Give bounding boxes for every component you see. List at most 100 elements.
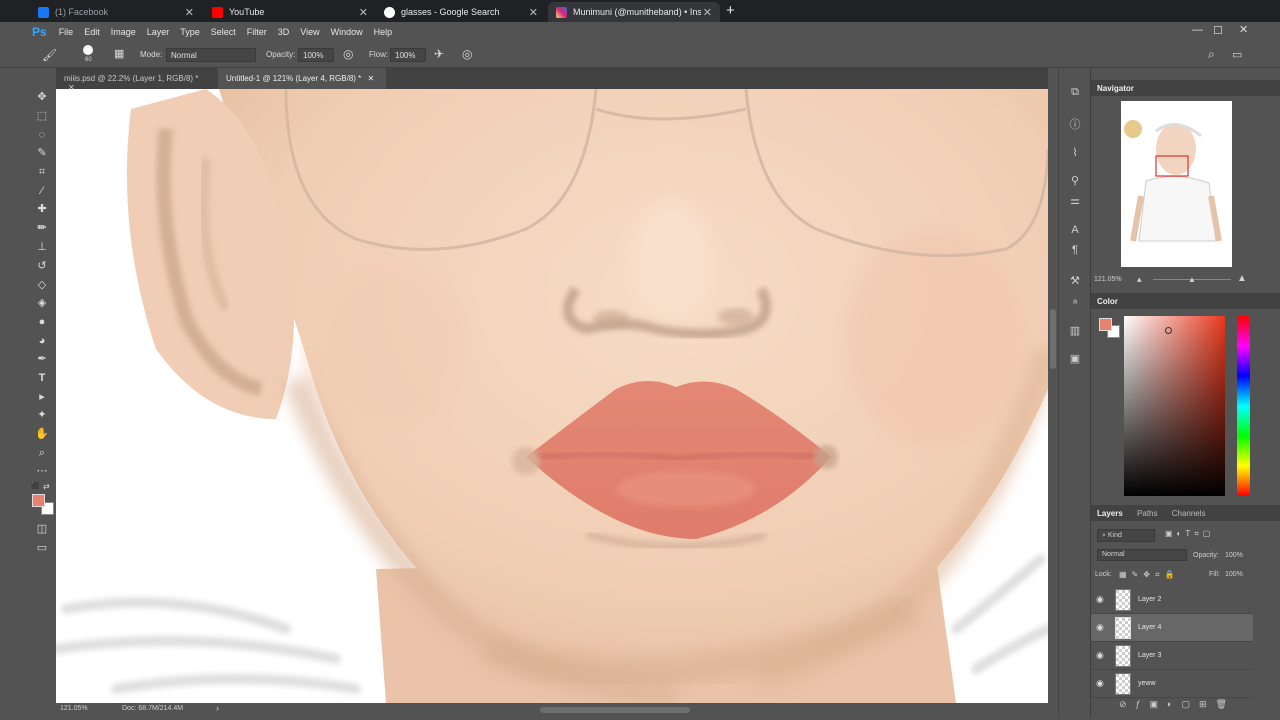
history-brush-icon[interactable]: ↺ xyxy=(35,260,49,272)
status-menu-arrow[interactable]: › xyxy=(216,703,219,713)
marquee-tool-icon[interactable]: ⬚ xyxy=(35,110,49,122)
navigator-thumbnail[interactable] xyxy=(1121,101,1232,267)
close-tab-icon[interactable]: ✕ xyxy=(529,6,538,19)
crop-tool-icon[interactable]: ⌗ xyxy=(35,166,49,178)
color-field[interactable] xyxy=(1124,316,1225,496)
layer-filter-icons[interactable]: ▣◐T⌗▢ xyxy=(1165,529,1214,539)
maximize-icon[interactable]: ☐ xyxy=(1213,24,1223,37)
eye-icon[interactable]: ◉ xyxy=(1096,678,1106,688)
healing-tool-icon[interactable]: ✚ xyxy=(35,203,49,215)
color-picker-marker[interactable] xyxy=(1165,327,1172,334)
quick-select-tool-icon[interactable]: ✎ xyxy=(35,147,49,159)
doc-tab-miiis[interactable]: miiis.psd @ 22.2% (Layer 1, RGB/8) * ✕ xyxy=(56,68,216,92)
horizontal-scroll-thumb[interactable] xyxy=(540,707,690,713)
menu-window[interactable]: Window xyxy=(331,27,363,37)
airbrush-icon[interactable]: ✈ xyxy=(434,47,444,61)
flow-field[interactable]: 100% xyxy=(390,48,426,62)
fill-value[interactable]: 100% xyxy=(1225,571,1243,578)
hue-slider[interactable] xyxy=(1237,316,1250,496)
close-tab-icon[interactable]: ✕ xyxy=(185,6,194,19)
zoom-tool-icon[interactable]: ⌕ xyxy=(35,447,49,459)
browser-tab-google[interactable]: glasses - Google Search ✕ xyxy=(376,2,546,22)
histogram-panel-icon[interactable]: ▥ xyxy=(1067,324,1083,338)
layer-action-icons[interactable]: ⊘ƒ▣◐▢⊞🗑 xyxy=(1119,699,1236,710)
menu-filter[interactable]: Filter xyxy=(247,27,267,37)
menu-image[interactable]: Image xyxy=(111,27,136,37)
paint-bucket-icon[interactable]: ◈ xyxy=(35,297,49,309)
pressure-size-icon[interactable]: ◎ xyxy=(462,47,472,61)
path-select-icon[interactable]: ▸ xyxy=(35,391,49,403)
eyedropper-tool-icon[interactable]: ⁄ xyxy=(35,185,49,197)
zoom-out-icon[interactable]: ▴ xyxy=(1137,274,1142,285)
brush-tool-icon[interactable]: ✏ xyxy=(35,222,49,234)
lock-icons[interactable]: ▦✎✥⌗🔒 xyxy=(1119,570,1179,580)
dodge-tool-icon[interactable]: ◕ xyxy=(35,335,49,347)
libraries-panel-icon[interactable]: ▣ xyxy=(1067,352,1083,366)
opacity-field[interactable]: 100% xyxy=(298,48,334,62)
shape-tool-icon[interactable]: ✦ xyxy=(35,409,49,421)
zoom-slider-handle[interactable]: ▲ xyxy=(1188,275,1196,284)
eraser-tool-icon[interactable]: ◇ xyxy=(35,279,49,291)
adjustments-panel-icon[interactable]: ⚌ xyxy=(1067,194,1083,208)
layer-row[interactable]: ◉ Layer 3 xyxy=(1091,642,1253,670)
navigator-zoom-value[interactable]: 121.05% xyxy=(1094,276,1122,283)
default-colors-icon[interactable]: ⬛ xyxy=(31,482,40,490)
browser-tab-youtube[interactable]: YouTube ✕ xyxy=(204,2,376,22)
brush-tool-icon[interactable]: 🖌 xyxy=(42,48,57,62)
menu-3d[interactable]: 3D xyxy=(278,27,290,37)
minimize-icon[interactable]: — xyxy=(1192,24,1203,36)
new-tab-button[interactable]: + xyxy=(726,3,735,18)
hand-tool-icon[interactable]: ✋ xyxy=(35,428,49,440)
color-panel-header[interactable]: Color xyxy=(1091,293,1280,309)
blend-mode-select[interactable]: Normal xyxy=(1097,549,1187,561)
more-tools-icon[interactable]: ⋯ xyxy=(35,465,49,477)
menu-help[interactable]: Help xyxy=(374,27,393,37)
eye-icon[interactable]: ◉ xyxy=(1096,622,1106,632)
pressure-opacity-icon[interactable]: ◎ xyxy=(343,47,353,61)
info-panel-icon[interactable]: ⓘ xyxy=(1067,116,1083,131)
foreground-color-swatch[interactable] xyxy=(32,494,45,507)
type-tool-icon[interactable]: T xyxy=(35,372,49,384)
menu-edit[interactable]: Edit xyxy=(84,27,100,37)
history-panel-icon[interactable]: ⧉ xyxy=(1067,86,1083,100)
brush-settings-panel-icon[interactable]: ⌇ xyxy=(1067,146,1083,160)
layer-row[interactable]: ◉ yeww xyxy=(1091,670,1253,698)
eye-icon[interactable]: ◉ xyxy=(1096,650,1106,660)
color-panel-foreground-swatch[interactable] xyxy=(1099,318,1112,331)
close-tab-icon[interactable]: ✕ xyxy=(359,6,368,19)
document-canvas[interactable] xyxy=(56,89,1048,703)
menu-view[interactable]: View xyxy=(300,27,319,37)
eye-icon[interactable]: ◉ xyxy=(1096,594,1106,604)
browser-tab-instagram[interactable]: Munimuni (@munitheband) • Ins ✕ xyxy=(548,2,720,22)
brush-preset-icon[interactable] xyxy=(83,45,93,55)
doc-tab-untitled[interactable]: Untitled-1 @ 121% (Layer 4, RGB/8) * ✕ xyxy=(218,68,386,89)
stamp-tool-icon[interactable]: ⊥ xyxy=(35,241,49,253)
close-window-icon[interactable]: ✕ xyxy=(1239,23,1248,36)
zoom-level[interactable]: 121.05% xyxy=(60,705,88,712)
tool-presets-icon[interactable]: ⚒ xyxy=(1067,274,1083,288)
layer-filter-select[interactable]: ⌕ Kind xyxy=(1097,529,1155,542)
quick-mask-icon[interactable]: ◫ xyxy=(35,523,49,535)
lasso-tool-icon[interactable]: ◌ xyxy=(35,129,49,141)
move-tool-icon[interactable]: ✥ xyxy=(35,91,49,103)
swap-colors-icon[interactable]: ⇄ xyxy=(43,482,50,491)
blur-tool-icon[interactable]: ● xyxy=(35,316,49,328)
mode-select[interactable]: Normal xyxy=(166,48,256,62)
tab-channels[interactable]: Channels xyxy=(1172,509,1206,518)
browser-tab-facebook[interactable]: (1) Facebook ✕ xyxy=(30,2,202,22)
pen-tool-icon[interactable]: ✒ xyxy=(35,353,49,365)
menu-file[interactable]: File xyxy=(59,27,74,37)
tab-layers[interactable]: Layers xyxy=(1097,509,1123,518)
close-tab-icon[interactable]: ✕ xyxy=(703,6,712,19)
menu-layer[interactable]: Layer xyxy=(147,27,170,37)
canvas-vertical-scrollbar[interactable] xyxy=(1048,89,1058,703)
character-panel-icon[interactable]: A xyxy=(1067,224,1083,238)
paragraph-panel-icon[interactable]: ¶ xyxy=(1067,244,1083,258)
scroll-thumb[interactable] xyxy=(1050,309,1056,369)
menu-select[interactable]: Select xyxy=(211,27,236,37)
brush-settings-icon[interactable]: ▦ xyxy=(114,47,124,60)
clone-source-panel-icon[interactable]: ⚲ xyxy=(1067,174,1083,188)
layer-row[interactable]: ◉ Layer 2 xyxy=(1091,586,1253,614)
menu-type[interactable]: Type xyxy=(180,27,200,37)
layer-opacity-value[interactable]: 100% xyxy=(1225,552,1243,559)
